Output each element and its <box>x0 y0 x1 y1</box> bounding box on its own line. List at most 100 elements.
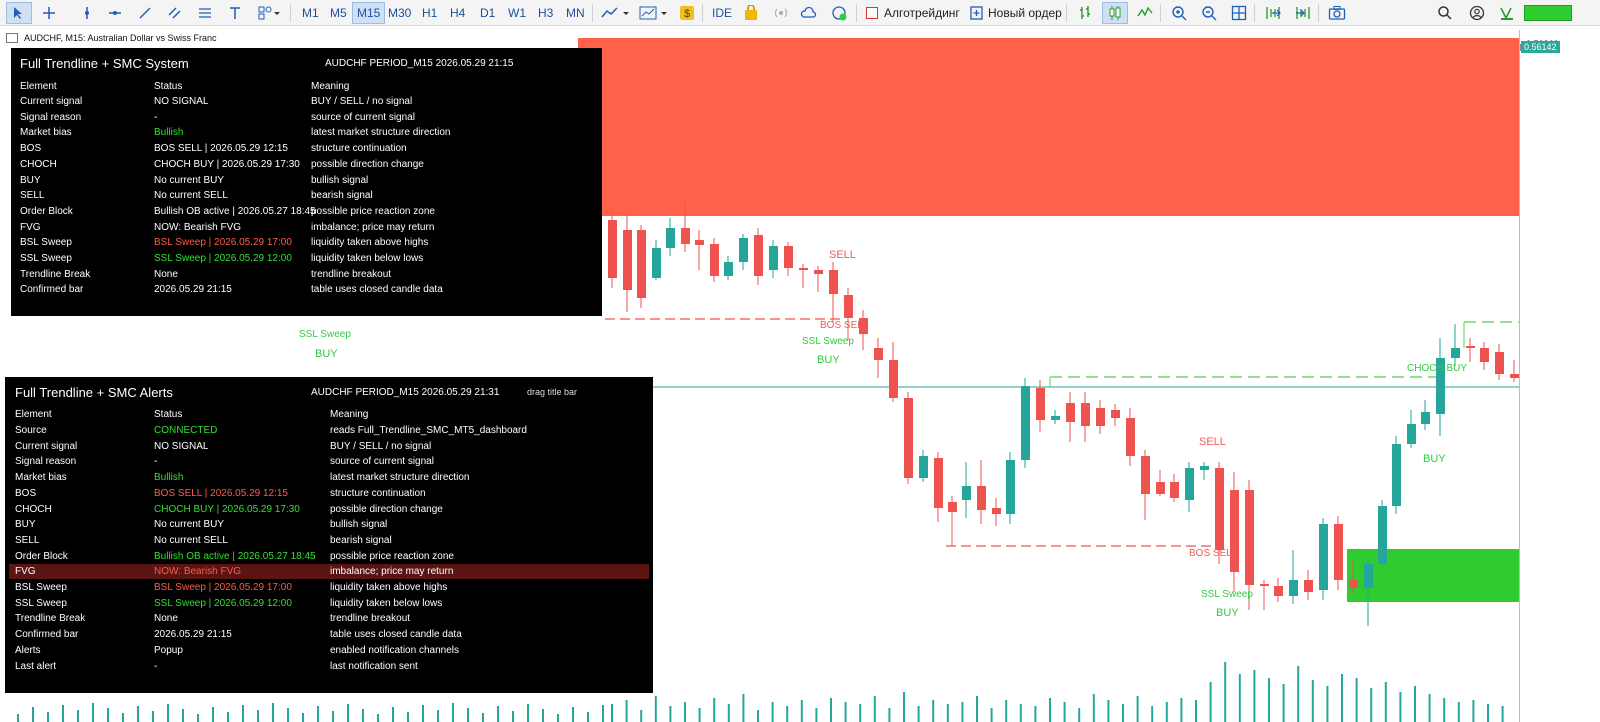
market-bag-icon[interactable] <box>738 2 764 24</box>
zoom-out-icon[interactable] <box>1196 2 1222 24</box>
row-element: Order Block <box>20 205 73 217</box>
search-icon[interactable] <box>1432 2 1458 24</box>
smc-alerts-panel[interactable]: Full Trendline + SMC Alerts AUDCHF PERIO… <box>5 377 653 693</box>
buy-signal-label: BUY <box>817 354 840 366</box>
bullish-candle <box>1185 468 1194 500</box>
tile-windows-icon[interactable] <box>1226 2 1252 24</box>
bar-chart-icon[interactable] <box>1072 2 1098 24</box>
line-chart-icon[interactable] <box>1132 2 1158 24</box>
vertical-line-icon[interactable] <box>74 2 100 24</box>
signal-strength-icon[interactable] <box>1494 2 1520 24</box>
new-order-button[interactable]: Новый ордер <box>988 2 1062 24</box>
row-status: NOW: Bearish FVG <box>154 566 242 578</box>
bullish-candle <box>724 262 733 276</box>
chart-symbol-title: AUDCHF, M15: Australian Dollar vs Swiss … <box>24 33 217 43</box>
horizontal-line-icon[interactable] <box>102 2 128 24</box>
crosshair-icon[interactable] <box>36 2 62 24</box>
row-element: SELL <box>15 534 40 546</box>
bullish-candle <box>1021 386 1030 460</box>
row-element: Alerts <box>15 644 41 656</box>
chart-window-icon <box>6 33 18 43</box>
row-meaning: BUY / SELL / no signal <box>311 96 413 107</box>
timeframe-d1-button[interactable]: D1 <box>476 2 499 24</box>
timeframe-m1-button[interactable]: M1 <box>298 2 323 24</box>
algo-trading-button[interactable]: Алготрейдинг <box>884 2 960 24</box>
column-header-element: Element <box>15 409 52 420</box>
row-meaning: BUY / SELL / no signal <box>330 440 432 452</box>
sell-signal-label: SELL <box>829 249 856 261</box>
row-status: No current BUY <box>154 174 225 186</box>
timeframe-h3-button[interactable]: H3 <box>534 2 557 24</box>
timeframe-h4-button[interactable]: H4 <box>446 2 469 24</box>
timeframe-w1-button[interactable]: W1 <box>504 2 530 24</box>
timeframe-m5-button[interactable]: M5 <box>326 2 351 24</box>
row-meaning: bearish signal <box>330 534 392 546</box>
screenshot-icon[interactable] <box>1324 2 1350 24</box>
auto-scroll-icon[interactable] <box>1260 2 1286 24</box>
row-element: Market bias <box>15 472 67 484</box>
table-row: FVG NOW: Bearish FVG imbalance; price may … <box>9 564 649 580</box>
drag-hint[interactable]: drag title bar <box>527 387 577 397</box>
row-element: Trendline Break <box>15 613 86 625</box>
bullish-candle <box>919 456 928 478</box>
chart-shift-icon[interactable] <box>1290 2 1316 24</box>
ide-button[interactable]: IDE <box>712 2 732 24</box>
row-status: Bullish OB active | 2026.05.27 18:45 <box>154 550 316 562</box>
signals-icon[interactable] <box>768 2 794 24</box>
bearish-candle <box>904 398 913 478</box>
timeframe-h1-button[interactable]: H1 <box>418 2 441 24</box>
bullish-candle <box>962 486 971 500</box>
row-meaning: source of current signal <box>311 111 415 123</box>
row-meaning: table uses closed candle data <box>330 629 462 641</box>
zoom-in-icon[interactable] <box>1166 2 1192 24</box>
shapes-menu-icon[interactable] <box>254 2 284 24</box>
channel-icon[interactable] <box>162 2 188 24</box>
account-icon[interactable] <box>1464 2 1490 24</box>
bearish-candle <box>754 235 763 276</box>
column-header-meaning: Meaning <box>330 409 369 420</box>
row-meaning: bullish signal <box>330 519 388 531</box>
candlestick-chart-icon[interactable] <box>1102 2 1128 24</box>
fibonacci-icon[interactable] <box>192 2 218 24</box>
panel-title[interactable]: Full Trendline + SMC Alerts <box>15 385 173 400</box>
algo-trading-status-icon <box>866 7 878 19</box>
chart-type-icon[interactable] <box>598 2 634 24</box>
table-row: CHOCH CHOCH BUY | 2026.05.29 17:30 possibl… <box>5 502 653 517</box>
table-row: BSL Sweep BSL Sweep | 2026.05.29 17:00 liq… <box>11 235 602 250</box>
table-row: BUY No current BUY bullish signal <box>5 517 653 532</box>
table-row: Alerts Popup enabled notification channels <box>5 643 653 658</box>
table-row: SELL No current SELL bearish signal <box>5 533 653 548</box>
bearish-candle <box>948 502 957 512</box>
buy-signal-label: BUY <box>1423 453 1446 465</box>
trendline-icon[interactable] <box>132 2 158 24</box>
row-element: BSL Sweep <box>20 237 72 249</box>
timeframe-m15-button[interactable]: M15 <box>352 2 386 24</box>
price-axis[interactable]: 0.563600.563400.563200.563000.562800.562… <box>1519 30 1600 722</box>
timeframe-mn-button[interactable]: MN <box>562 2 589 24</box>
row-status: None <box>154 613 178 625</box>
row-status: - <box>154 456 158 468</box>
connection-status-bar <box>1524 5 1572 21</box>
bullish-candle <box>652 248 661 278</box>
bearish-candle <box>608 220 617 278</box>
row-element: SSL Sweep <box>20 253 72 264</box>
row-status: No current BUY <box>154 519 225 531</box>
table-row: Signal reason - source of current signal <box>5 454 653 469</box>
bullish-candle <box>769 246 778 270</box>
choch-buy-label: CHOCH BUY <box>1407 363 1468 374</box>
bearish-candle <box>1334 524 1343 580</box>
text-tool-icon[interactable] <box>222 2 248 24</box>
table-row: Current signal NO SIGNAL BUY / SELL / no s… <box>5 439 653 454</box>
add-signal-icon[interactable] <box>826 2 852 24</box>
row-status: Popup <box>154 644 183 656</box>
bullish-candle <box>1378 506 1387 564</box>
row-element: Confirmed bar <box>20 284 84 296</box>
cursor-icon[interactable] <box>6 2 32 24</box>
timeframe-m30-button[interactable]: M30 <box>384 2 415 24</box>
templates-icon[interactable] <box>636 2 672 24</box>
smc-system-panel[interactable]: Full Trendline + SMC System AUDCHF PERIO… <box>11 48 602 316</box>
dollar-icon[interactable]: $ <box>674 2 700 24</box>
row-meaning: imbalance; price may return <box>311 221 435 233</box>
panel-title[interactable]: Full Trendline + SMC System <box>20 56 189 71</box>
vps-cloud-icon[interactable] <box>796 2 822 24</box>
